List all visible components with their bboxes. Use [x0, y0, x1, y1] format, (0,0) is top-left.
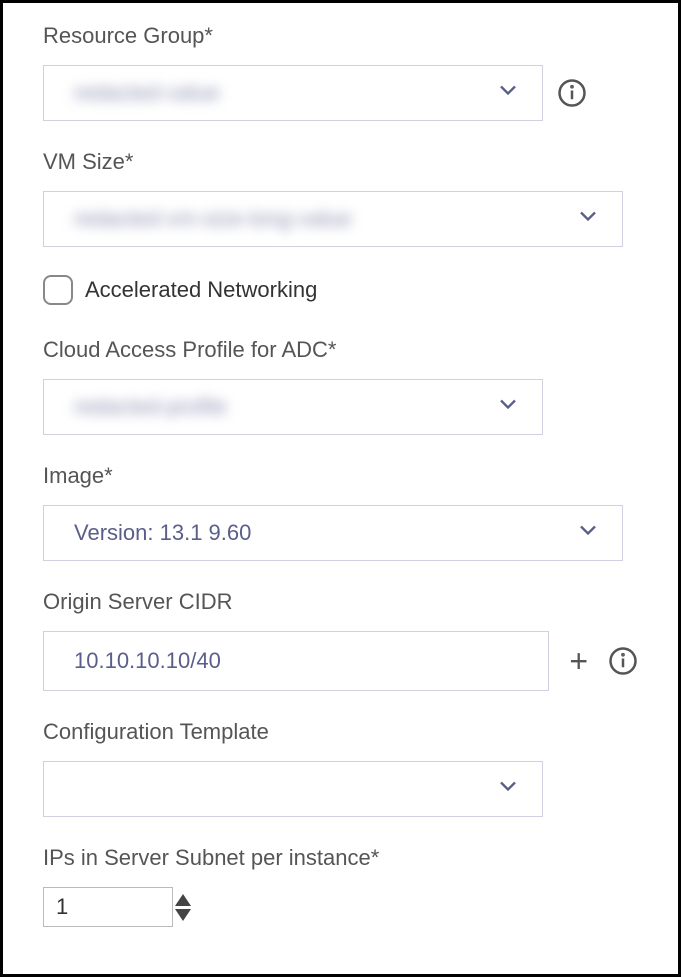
origin-cidr-field: Origin Server CIDR + [43, 589, 638, 691]
cloud-access-profile-value: redacted-profile [74, 394, 227, 420]
chevron-down-icon [494, 772, 522, 806]
resource-group-label: Resource Group* [43, 23, 638, 49]
cloud-access-profile-field: Cloud Access Profile for ADC* redacted-p… [43, 337, 638, 435]
ips-per-instance-label: IPs in Server Subnet per instance* [43, 845, 638, 871]
image-label: Image* [43, 463, 638, 489]
spinner-buttons [175, 894, 191, 921]
resource-group-field: Resource Group* redacted-value [43, 23, 638, 121]
vm-size-select[interactable]: redacted-vm-size-long-value [43, 191, 623, 247]
resource-group-value: redacted-value [74, 80, 220, 106]
image-value: Version: 13.1 9.60 [74, 520, 251, 546]
origin-cidr-label: Origin Server CIDR [43, 589, 638, 615]
accelerated-networking-row: Accelerated Networking [43, 275, 638, 305]
info-icon[interactable] [608, 646, 638, 676]
spinner-down-icon[interactable] [175, 909, 191, 921]
ips-per-instance-field: IPs in Server Subnet per instance* [43, 845, 638, 927]
image-field: Image* Version: 13.1 9.60 [43, 463, 638, 561]
vm-size-field: VM Size* redacted-vm-size-long-value [43, 149, 638, 247]
chevron-down-icon [494, 390, 522, 424]
plus-icon[interactable]: + [569, 643, 588, 680]
cloud-access-profile-label: Cloud Access Profile for ADC* [43, 337, 638, 363]
resource-group-select[interactable]: redacted-value [43, 65, 543, 121]
chevron-down-icon [574, 516, 602, 550]
vm-size-label: VM Size* [43, 149, 638, 175]
chevron-down-icon [494, 76, 522, 110]
chevron-down-icon [574, 202, 602, 236]
accelerated-networking-label: Accelerated Networking [85, 277, 317, 303]
config-template-select[interactable] [43, 761, 543, 817]
image-select[interactable]: Version: 13.1 9.60 [43, 505, 623, 561]
cloud-access-profile-select[interactable]: redacted-profile [43, 379, 543, 435]
accelerated-networking-checkbox[interactable] [43, 275, 73, 305]
vm-size-value: redacted-vm-size-long-value [74, 206, 352, 232]
info-icon[interactable] [557, 78, 587, 108]
spinner-up-icon[interactable] [175, 894, 191, 906]
ips-per-instance-input[interactable] [43, 887, 173, 927]
config-template-field: Configuration Template [43, 719, 638, 817]
config-template-label: Configuration Template [43, 719, 638, 745]
origin-cidr-input[interactable] [43, 631, 549, 691]
